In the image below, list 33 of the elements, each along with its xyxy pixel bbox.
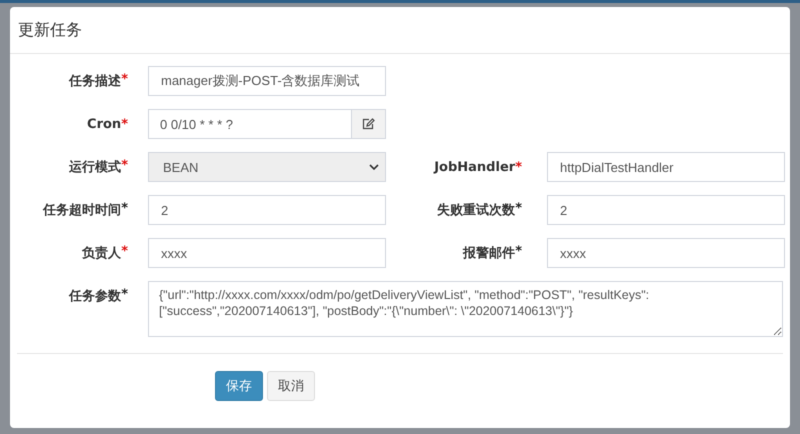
required-mark: *: [515, 201, 522, 218]
edit-icon: [362, 118, 375, 130]
input-field[interactable]: 2: [547, 195, 785, 225]
save-button[interactable]: 保存: [215, 371, 263, 401]
cron-field[interactable]: 0 0/10 * * * ?: [148, 109, 352, 139]
input-field[interactable]: manager拨测-POST-含数据库测试: [148, 66, 386, 96]
dialog-title: 更新任务: [18, 20, 82, 40]
field-label: JobHandler: [434, 160, 516, 174]
input-field[interactable]: 2: [148, 195, 386, 225]
required-mark: *: [515, 244, 522, 261]
field-label: 运行模式: [69, 159, 122, 176]
required-mark: *: [121, 158, 128, 175]
params-textarea[interactable]: {"url":"http://xxxx.com/xxxx/odm/po/getDeliveryViewList", "method":"POST", "resultKeys": ["success","202007140613"], "postBody":"{\"number\": \"202007140613\"}"}: [148, 281, 783, 337]
required-mark: *: [121, 116, 128, 132]
input-field[interactable]: xxxx: [148, 238, 386, 268]
required-mark: *: [121, 244, 128, 261]
field-label: 任务描述: [69, 73, 122, 90]
input-field[interactable]: httpDialTestHandler: [547, 152, 785, 182]
field-label: 任务参数: [69, 288, 122, 305]
select-field[interactable]: BEAN: [148, 152, 386, 182]
chevron-down-icon: [369, 164, 379, 170]
field-label: 任务超时时间: [43, 202, 122, 219]
required-mark: *: [121, 287, 128, 304]
field-label: Cron: [87, 116, 122, 132]
field-label: 报警邮件: [463, 245, 516, 262]
field-label: 负责人: [82, 244, 122, 262]
field-label: 失败重试次数: [437, 202, 516, 219]
required-mark: *: [121, 201, 128, 218]
cancel-button[interactable]: 取消: [267, 371, 315, 401]
required-mark: *: [515, 160, 522, 174]
edit-button[interactable]: [352, 109, 386, 139]
required-mark: *: [121, 72, 128, 89]
input-field[interactable]: xxxx: [547, 238, 785, 268]
